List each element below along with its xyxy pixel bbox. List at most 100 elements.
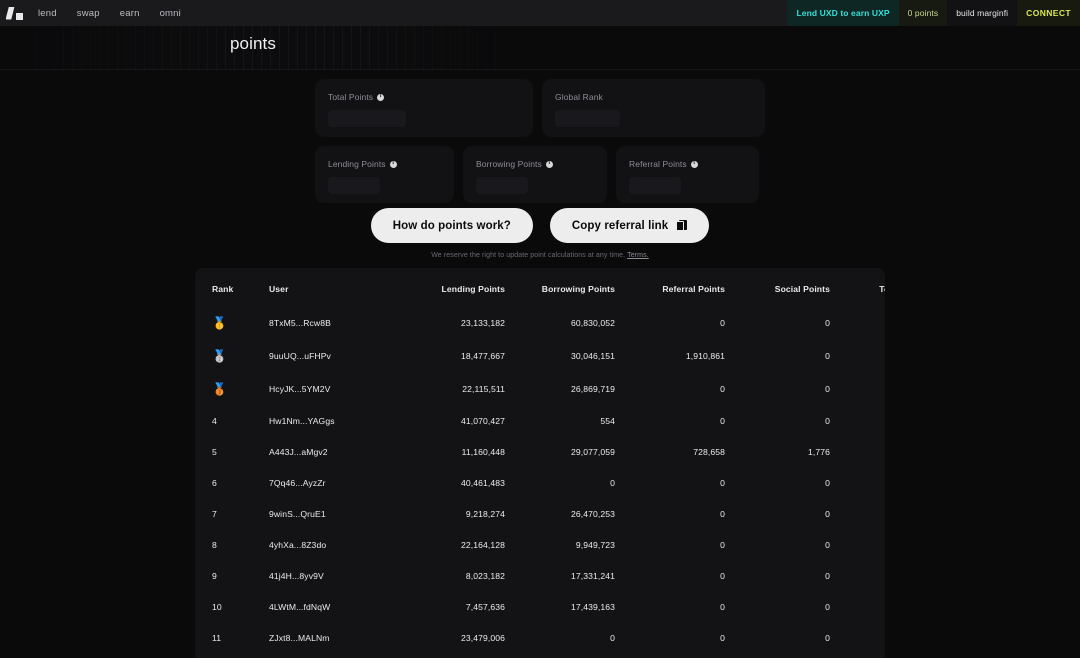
nav-link-swap[interactable]: swap (77, 8, 100, 19)
cell-rank: 🥇 (195, 306, 269, 339)
cell-rank: 5 (212, 446, 217, 457)
info-icon[interactable]: i (377, 93, 385, 101)
table-row[interactable]: 8 4yhXa...8Z3do 22,164,128 9,949,723 0 0 32,11… (195, 529, 885, 560)
cell-borrowing-points: 60,830,052 (570, 317, 615, 328)
cell-total-points: 40,461,483 (837, 467, 886, 498)
cell-referral-points: 0 (720, 570, 725, 581)
cell-rank: 7 (212, 508, 217, 519)
points-page: lend swap earn omni Lend UXD to earn UXP… (0, 0, 1080, 658)
leaderboard-header: Rank User Lending Points Borrowing Point… (195, 268, 885, 306)
cell-user: 9winS...QruE1 (269, 508, 326, 519)
table-row[interactable]: 129xU7i...28KxH7,581,34212,061,9250019,6… (195, 653, 885, 658)
cell-borrowing-points: 12,061,925 (511, 653, 627, 658)
cell-borrowing-points: 0 (610, 632, 615, 643)
card-total-points-label: Total Points i (328, 92, 520, 102)
cell-rank: 9 (212, 570, 217, 581)
marginfi-logo[interactable] (0, 0, 28, 26)
table-row[interactable]: 10 4LWtM...fdNqW 7,457,636 17,439,163 0 0 24,8… (195, 591, 885, 622)
cell-borrowing-points: 0 (610, 477, 615, 488)
cell-user: 9xU7i...28KxH (269, 653, 403, 658)
cell-total-points: 48,985,230 (837, 372, 886, 405)
card-referral-points-label: Referral Points i (629, 159, 746, 169)
nav-links: lend swap earn omni (38, 8, 181, 19)
leaderboard-table: Rank User Lending Points Borrowing Point… (195, 268, 885, 658)
card-total-points: Total Points i (315, 79, 533, 137)
card-global-rank: Global Rank (542, 79, 765, 137)
table-row[interactable]: 6 7Qq46...AyzZr 40,461,483 0 0 0 40,461,483 (195, 467, 885, 498)
cell-borrowing-points: 26,869,719 (570, 383, 615, 394)
card-lending-points: Lending Points i (315, 146, 454, 203)
cell-referral-points: 0 (720, 508, 725, 519)
build-marginfi-link[interactable]: build marginfi (947, 0, 1018, 26)
cell-rank: 12 (195, 653, 269, 658)
cell-total-points: 41,070,981 (837, 405, 886, 436)
table-row[interactable]: 11 ZJxt8...MALNm 23,479,006 0 0 0 23,479,006 (195, 622, 885, 653)
cell-referral-points: 0 (720, 477, 725, 488)
terms-link[interactable]: Terms. (627, 252, 649, 259)
cell-rank: 4 (212, 415, 217, 426)
loading-skeleton (328, 110, 406, 127)
loading-skeleton (328, 177, 380, 194)
cell-lending-points: 40,461,483 (460, 477, 505, 488)
cell-borrowing-points: 26,470,253 (570, 508, 615, 519)
card-borrowing-points-label: Borrowing Points i (476, 159, 594, 169)
table-row[interactable]: 7 9winS...QruE1 9,218,274 26,470,253 0 0 35,68… (195, 498, 885, 529)
cell-social-points: 0 (825, 477, 830, 488)
connect-wallet-button[interactable]: CONNECT (1017, 0, 1080, 26)
stats-row-primary: Total Points i Global Rank (315, 79, 767, 137)
disclaimer-text: We reserve the right to update point cal… (431, 252, 626, 259)
points-disclaimer: We reserve the right to update point cal… (0, 252, 1080, 259)
user-points-indicator[interactable]: 0 points (898, 0, 948, 26)
nav-link-omni[interactable]: omni (160, 8, 181, 19)
nav-link-earn[interactable]: earn (120, 8, 140, 19)
cell-social-points: 0 (825, 415, 830, 426)
info-icon[interactable]: i (389, 160, 397, 168)
card-referral-points-text: Referral Points (629, 159, 687, 169)
table-row[interactable]: 🥈 9uuUQ...uFHPv 18,477,667 30,046,151 1,910,… (195, 339, 885, 372)
cell-user: 8TxM5...Rcw8B (269, 317, 331, 328)
leaderboard-panel: Rank User Lending Points Borrowing Point… (195, 268, 885, 658)
info-icon[interactable]: i (690, 160, 698, 168)
table-row[interactable]: 🥉 HcyJK...5YM2V 22,115,511 26,869,719 0 0 48,9… (195, 372, 885, 405)
cell-borrowing-points: 9,949,723 (575, 539, 615, 550)
cell-referral-points: 0 (627, 653, 733, 658)
cell-total-points: 83,963,234 (837, 306, 886, 339)
cell-lending-points: 7,457,636 (465, 601, 505, 612)
loading-skeleton (476, 177, 528, 194)
medal-icon: 🥉 (212, 381, 228, 396)
card-global-rank-text: Global Rank (555, 92, 603, 102)
copy-referral-link-label: Copy referral link (571, 219, 669, 232)
nav-link-lend[interactable]: lend (38, 8, 57, 19)
cell-total-points: 25,354,424 (837, 560, 886, 591)
loading-skeleton (555, 110, 620, 127)
cell-user: ZJxt8...MALNm (269, 632, 330, 643)
table-row[interactable]: 9 41j4H...8yv9V 8,023,182 17,331,241 0 0 25,35… (195, 560, 885, 591)
info-icon[interactable]: i (545, 160, 553, 168)
cell-user: 7Qq46...AyzZr (269, 477, 326, 488)
cell-user: 9uuUQ...uFHPv (269, 350, 331, 361)
table-row[interactable]: 5 A443J...aMgv2 11,160,448 29,077,059 728,65… (195, 436, 885, 467)
cell-lending-points: 41,070,427 (460, 415, 505, 426)
header-background-pattern (0, 26, 1080, 70)
leaderboard-body: 🥇8TxM5...Rcw8B23,133,18260,830,0520083,9… (195, 306, 885, 658)
cell-lending-points: 7,581,342 (403, 653, 511, 658)
promo-banner-uxd[interactable]: Lend UXD to earn UXP (787, 0, 899, 26)
column-header-lending: Lending Points (441, 284, 505, 294)
card-borrowing-points: Borrowing Points i (463, 146, 607, 203)
cell-referral-points: 0 (720, 383, 725, 394)
table-row[interactable]: 🥇 8TxM5...Rcw8B 23,133,182 60,830,052 0 0 83,9… (195, 306, 885, 339)
cell-lending-points: 8,023,182 (465, 570, 505, 581)
cell-rank: 🥉 (195, 372, 269, 405)
cell-social-points: 0 (825, 350, 830, 361)
medal-icon: 🥈 (212, 348, 228, 363)
cell-user: 41j4H...8yv9V (269, 570, 324, 581)
copy-referral-link-button[interactable]: Copy referral link (549, 208, 710, 243)
page-title: points (230, 34, 276, 53)
cell-social-points: 0 (825, 317, 830, 328)
card-referral-points: Referral Points i (616, 146, 759, 203)
medal-icon: 🥇 (212, 315, 228, 330)
how-do-points-work-label: How do points work? (392, 219, 511, 232)
table-row[interactable]: 4 Hw1Nm...YAGgs 41,070,427 554 0 0 41,070,981 (195, 405, 885, 436)
cell-total-points: 23,479,006 (837, 622, 886, 653)
how-do-points-work-button[interactable]: How do points work? (370, 208, 533, 243)
